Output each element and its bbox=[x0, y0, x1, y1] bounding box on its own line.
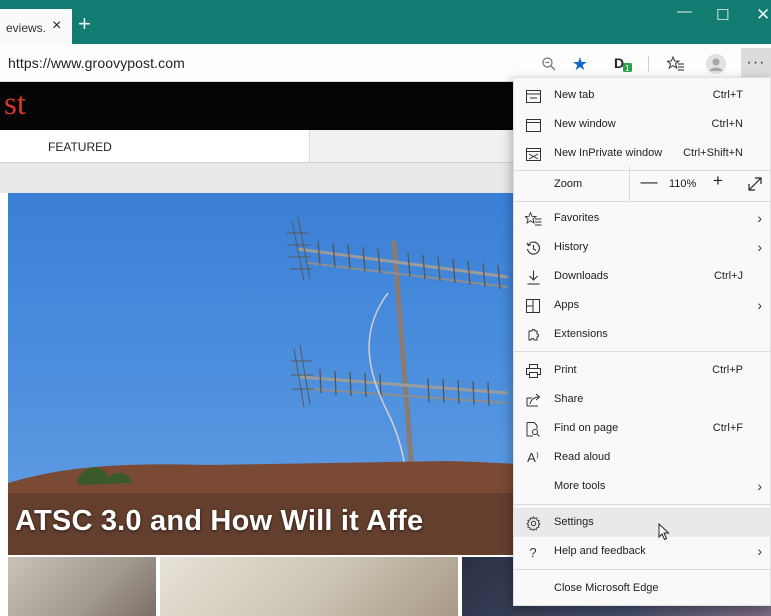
settings-more-button[interactable]: ··· bbox=[741, 48, 771, 78]
favorites-list-icon[interactable] bbox=[664, 52, 688, 76]
menu-item-label: Print bbox=[554, 364, 577, 376]
menu-item-new-tab[interactable]: New tab Ctrl+T bbox=[514, 81, 771, 110]
menu-item-share[interactable]: Share bbox=[514, 385, 771, 414]
new-tab-icon bbox=[524, 87, 542, 105]
menu-divider bbox=[514, 351, 771, 352]
menu-item-new-inprivate[interactable]: New InPrivate window Ctrl+Shift+N bbox=[514, 139, 771, 168]
zoom-divider bbox=[629, 166, 630, 203]
toolbar-divider bbox=[648, 56, 649, 72]
shortcut-label: Ctrl+J bbox=[713, 270, 743, 282]
menu-item-label: Downloads bbox=[554, 270, 609, 282]
zoom-label: Zoom bbox=[554, 178, 583, 190]
menu-item-help-feedback[interactable]: ? Help and feedback › bbox=[514, 537, 771, 566]
menu-item-find-on-page[interactable]: Find on page Ctrl+F bbox=[514, 414, 771, 443]
svg-text:1: 1 bbox=[625, 64, 630, 73]
print-icon bbox=[524, 362, 542, 380]
menu-item-label: Settings bbox=[554, 516, 594, 528]
menu-item-favorites[interactable]: Favorites › bbox=[514, 204, 771, 233]
chevron-right-icon: › bbox=[757, 543, 762, 559]
favorites-icon bbox=[524, 210, 542, 228]
menu-item-label: New tab bbox=[554, 89, 595, 101]
menu-item-print[interactable]: Print Ctrl+P bbox=[514, 356, 771, 385]
thumbnail[interactable] bbox=[160, 557, 458, 616]
read-aloud-icon: A⁾ bbox=[527, 450, 539, 465]
download-icon bbox=[524, 268, 542, 286]
menu-item-label: New InPrivate window bbox=[554, 147, 663, 159]
site-logo[interactable]: st bbox=[4, 86, 26, 123]
share-icon bbox=[524, 391, 542, 409]
chevron-right-icon: › bbox=[757, 210, 762, 226]
menu-item-close-edge[interactable]: Close Microsoft Edge bbox=[514, 574, 771, 603]
zoom-icon[interactable] bbox=[537, 52, 561, 76]
menu-item-label: New window bbox=[554, 118, 616, 130]
menu-item-settings[interactable]: Settings bbox=[514, 508, 771, 537]
history-icon bbox=[524, 239, 542, 257]
extension-icon[interactable]: D1 bbox=[612, 52, 636, 76]
menu-item-label: Share bbox=[554, 393, 584, 405]
menu-divider bbox=[514, 569, 771, 570]
mouse-cursor-icon bbox=[658, 523, 670, 541]
menu-item-extensions[interactable]: Extensions bbox=[514, 320, 771, 349]
menu-item-label: Help and feedback bbox=[554, 545, 646, 557]
menu-item-more-tools[interactable]: More tools › bbox=[514, 472, 771, 501]
inprivate-icon bbox=[524, 145, 542, 163]
gear-icon bbox=[524, 514, 542, 532]
menu-item-apps[interactable]: Apps › bbox=[514, 291, 771, 320]
nav-featured-label: FEATURED bbox=[48, 140, 112, 154]
menu-item-label: History bbox=[554, 241, 589, 253]
new-window-icon bbox=[524, 116, 542, 134]
tab-title: eviews. bbox=[6, 21, 47, 35]
favorite-star-icon[interactable]: ★ bbox=[568, 52, 592, 76]
browser-tab[interactable]: eviews. × bbox=[0, 9, 72, 44]
help-icon: ? bbox=[529, 544, 537, 560]
minimize-button[interactable]: — bbox=[677, 3, 692, 20]
menu-item-label: Apps bbox=[554, 299, 580, 311]
apps-icon bbox=[524, 297, 542, 315]
menu-item-read-aloud[interactable]: A⁾ Read aloud bbox=[514, 443, 771, 472]
menu-item-label: Extensions bbox=[554, 328, 608, 340]
menu-divider bbox=[514, 504, 771, 505]
shortcut-label: Ctrl+T bbox=[712, 89, 743, 101]
find-icon bbox=[524, 420, 542, 438]
shortcut-label: Ctrl+F bbox=[712, 422, 743, 434]
extensions-icon bbox=[524, 326, 542, 344]
menu-item-label: Read aloud bbox=[554, 451, 611, 463]
zoom-control: Zoom — 110% + bbox=[514, 166, 771, 203]
menu-item-history[interactable]: History › bbox=[514, 233, 771, 262]
chevron-right-icon: › bbox=[757, 478, 762, 494]
svg-text:D: D bbox=[614, 55, 624, 71]
nav-featured-tab[interactable]: FEATURED bbox=[0, 130, 310, 162]
chevron-right-icon: › bbox=[757, 297, 762, 313]
zoom-in-button[interactable]: + bbox=[707, 171, 729, 193]
menu-item-label: More tools bbox=[554, 480, 606, 492]
address-input[interactable]: https://www.groovypost.com bbox=[8, 55, 185, 71]
zoom-out-button[interactable]: — bbox=[638, 172, 660, 194]
chevron-right-icon: › bbox=[757, 239, 762, 255]
close-window-button[interactable]: ✕ bbox=[756, 5, 770, 25]
shortcut-label: Ctrl+Shift+N bbox=[683, 147, 743, 159]
fullscreen-icon[interactable] bbox=[744, 173, 766, 195]
tab-close-icon[interactable]: × bbox=[52, 17, 61, 35]
profile-avatar-icon[interactable] bbox=[704, 52, 728, 76]
menu-item-new-window[interactable]: New window Ctrl+N bbox=[514, 110, 771, 139]
thumbnail[interactable] bbox=[8, 557, 156, 616]
menu-item-label: Favorites bbox=[554, 212, 600, 224]
menu-item-label: Close Microsoft Edge bbox=[554, 582, 659, 594]
hero-title[interactable]: ATSC 3.0 and How Will it Affe bbox=[15, 505, 423, 538]
maximize-button[interactable]: ☐ bbox=[716, 6, 729, 24]
menu-item-downloads[interactable]: Downloads Ctrl+J bbox=[514, 262, 771, 291]
zoom-level: 110% bbox=[669, 178, 697, 190]
new-tab-button[interactable]: + bbox=[78, 11, 91, 37]
title-bar: eviews. × + — ☐ ✕ bbox=[0, 0, 771, 44]
shortcut-label: Ctrl+P bbox=[712, 364, 743, 376]
settings-menu: New tab Ctrl+T New window Ctrl+N New InP… bbox=[513, 77, 771, 606]
menu-item-label: Find on page bbox=[554, 422, 619, 434]
shortcut-label: Ctrl+N bbox=[711, 118, 743, 130]
menu-divider bbox=[514, 201, 771, 202]
